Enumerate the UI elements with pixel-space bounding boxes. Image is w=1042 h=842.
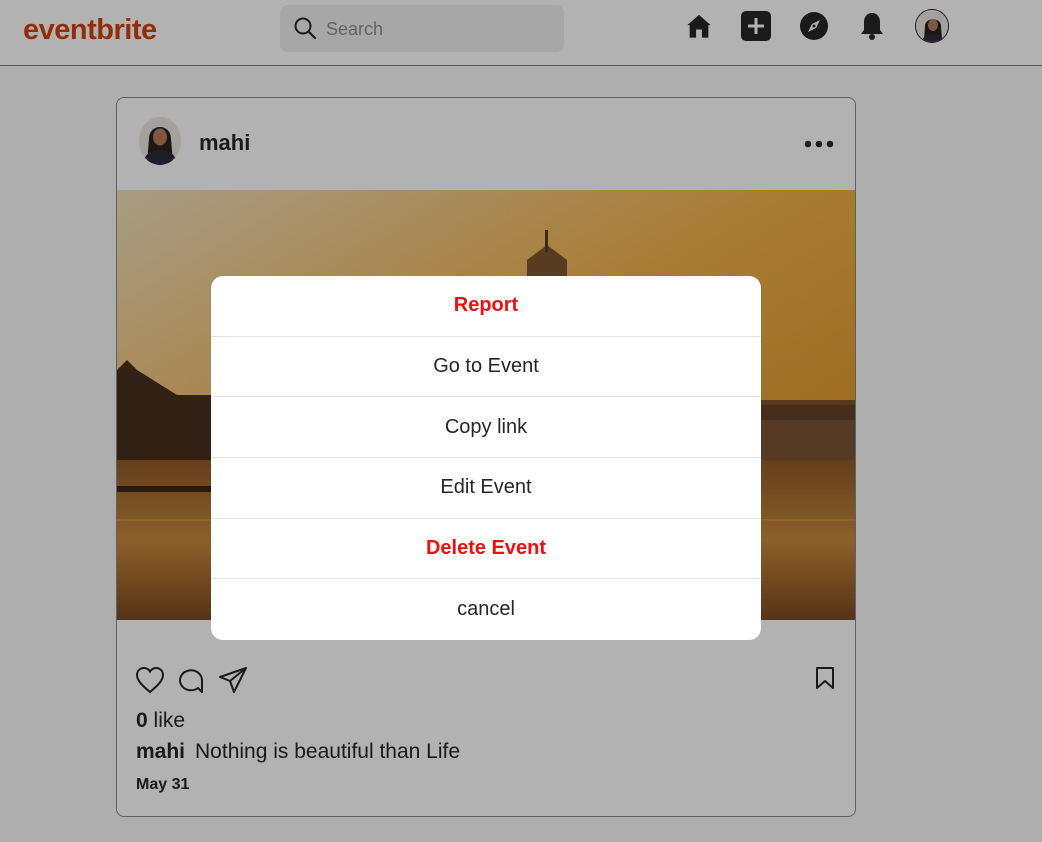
delete-event-button[interactable]: Delete Event: [211, 519, 761, 580]
post-options-modal: Report Go to Event Copy link Edit Event …: [211, 276, 761, 640]
edit-event-button[interactable]: Edit Event: [211, 458, 761, 519]
go-to-event-button[interactable]: Go to Event: [211, 337, 761, 398]
report-button[interactable]: Report: [211, 276, 761, 337]
cancel-button[interactable]: cancel: [211, 579, 761, 640]
copy-link-button[interactable]: Copy link: [211, 397, 761, 459]
